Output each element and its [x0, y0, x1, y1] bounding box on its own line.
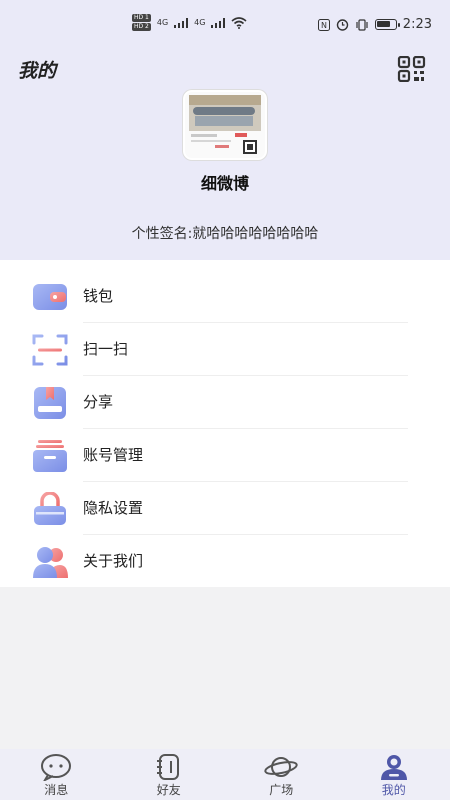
tab-label: 好友: [156, 783, 181, 797]
tab-label: 广场: [269, 783, 294, 797]
tab-messages[interactable]: 消息: [0, 749, 113, 800]
tab-square[interactable]: 广场: [225, 749, 338, 800]
menu-item-scan[interactable]: 扫一扫: [0, 323, 450, 376]
planet-icon: [264, 757, 298, 777]
lock-icon: [34, 492, 66, 525]
status-bar: HD 1 HD 2 4G 4G N 2:23: [0, 0, 450, 52]
menu-item-label: 扫一扫: [83, 340, 129, 358]
wifi-icon: [231, 16, 247, 29]
qr-code-icon: [397, 55, 426, 83]
menu-item-share[interactable]: 分享: [0, 376, 450, 429]
qr-code-button[interactable]: [397, 55, 427, 83]
clock-time: 2:23: [402, 17, 432, 32]
signal-label-1: 4G: [156, 18, 169, 27]
signal-icon: [174, 17, 189, 28]
about-us-icon: [33, 547, 68, 578]
svg-text:N: N: [321, 21, 327, 30]
menu-item-wallet[interactable]: 钱包: [0, 270, 450, 323]
menu-item-label: 钱包: [83, 287, 114, 305]
vibrate-icon: [356, 18, 368, 31]
share-icon: [34, 387, 66, 419]
nfc-icon: N: [317, 18, 330, 31]
avatar[interactable]: [183, 90, 267, 160]
tab-mine[interactable]: 我的: [338, 749, 450, 800]
menu-list: 钱包 扫一扫 分享 账号管理 隐私设置 关于我们: [0, 260, 450, 587]
scan-icon: [32, 334, 68, 366]
signal-icon: [211, 17, 226, 28]
wallet-icon: [33, 284, 67, 310]
hd-badge-1: HD 1: [132, 14, 151, 22]
avatar-image: [185, 92, 265, 158]
menu-item-label: 账号管理: [83, 446, 144, 464]
menu-item-label: 关于我们: [83, 552, 144, 570]
profile-icon: [380, 755, 407, 780]
bottom-tab-bar: 消息 好友 广场 我的: [0, 749, 450, 800]
account-manage-icon: [33, 440, 67, 472]
tab-label: 消息: [44, 783, 69, 797]
hd-badge-2: HD 2: [132, 23, 151, 31]
friends-icon: [156, 754, 179, 780]
system-indicators: N 2:23: [317, 17, 432, 32]
page-title: 我的: [18, 60, 57, 82]
message-icon: [41, 754, 72, 781]
tab-friends[interactable]: 好友: [113, 749, 226, 800]
profile-header: 我的 细微博 个性签名:就哈哈哈哈哈哈哈哈: [0, 52, 450, 260]
menu-item-label: 分享: [83, 393, 114, 411]
signal-label-2: 4G: [194, 18, 206, 27]
alarm-icon: [336, 19, 348, 31]
menu-item-privacy[interactable]: 隐私设置: [0, 482, 450, 535]
menu-item-about-us[interactable]: 关于我们: [0, 535, 450, 588]
profile-signature: 个性签名:就哈哈哈哈哈哈哈哈: [131, 226, 319, 242]
menu-item-account-manage[interactable]: 账号管理: [0, 429, 450, 482]
network-indicators: HD 1 HD 2 4G 4G: [132, 14, 247, 31]
profile-nickname: 细微博: [200, 174, 249, 193]
battery-icon: [374, 19, 400, 30]
tab-label: 我的: [381, 783, 406, 797]
menu-item-label: 隐私设置: [83, 499, 144, 517]
